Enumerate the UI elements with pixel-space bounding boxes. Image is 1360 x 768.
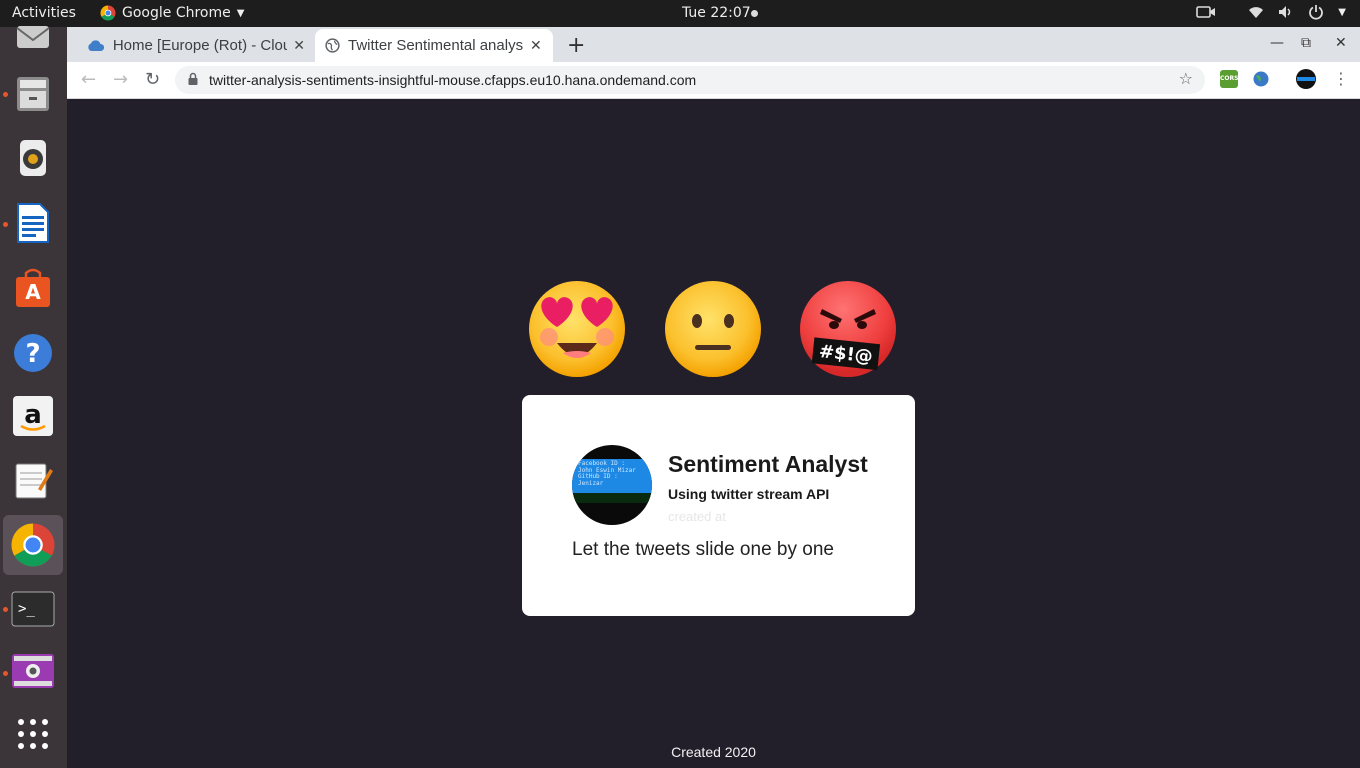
svg-text:A: A bbox=[25, 280, 41, 304]
cursing-face-emoji-icon: #$!@ bbox=[800, 281, 896, 377]
chrome-icon bbox=[100, 5, 116, 21]
profile-avatar-icon[interactable] bbox=[1295, 68, 1317, 90]
card-subtitle: Using twitter stream API bbox=[668, 486, 830, 502]
cors-extension-icon[interactable]: CORS bbox=[1220, 70, 1238, 88]
help-icon: ? bbox=[14, 334, 52, 372]
new-tab-icon[interactable]: + bbox=[567, 33, 585, 58]
globe-extension-icon[interactable] bbox=[1252, 70, 1270, 88]
app-name: Google Chrome bbox=[122, 5, 231, 21]
dock-item-writer[interactable] bbox=[10, 200, 56, 246]
close-icon[interactable]: ✕ bbox=[293, 37, 305, 54]
dock-item-terminal[interactable]: >_ bbox=[10, 586, 56, 632]
footer-text: Created 2020 bbox=[671, 744, 756, 760]
url-text: twitter-analysis-sentiments-insightful-m… bbox=[209, 72, 697, 88]
terminal-icon: >_ bbox=[11, 591, 55, 627]
svg-text:>_: >_ bbox=[18, 601, 35, 617]
amazon-icon: a bbox=[13, 396, 53, 436]
dock-item-chrome[interactable] bbox=[3, 515, 63, 575]
chrome-window: Home [Europe (Rot) - Cloud ✕ Twitter Sen… bbox=[67, 27, 1360, 768]
chevron-down-icon: ▼ bbox=[236, 7, 245, 19]
lock-icon[interactable] bbox=[187, 72, 199, 86]
notification-dot-icon bbox=[751, 10, 758, 17]
page-content: #$!@ Facebook ID : John Eswin Mizar GitH… bbox=[67, 99, 1360, 768]
kebab-menu-icon[interactable]: ⋮ bbox=[1333, 69, 1349, 88]
mail-icon bbox=[16, 26, 50, 48]
tab-twitter-sentiment[interactable]: Twitter Sentimental analysis ✕ bbox=[315, 29, 553, 62]
chrome-icon bbox=[11, 523, 55, 567]
avatar-text: Facebook ID : John Eswin Mizar GitHub ID… bbox=[578, 460, 636, 487]
forward-arrow-icon[interactable]: → bbox=[113, 69, 128, 90]
file-cabinet-icon bbox=[17, 77, 49, 111]
power-icon bbox=[1309, 5, 1324, 20]
avatar: Facebook ID : John Eswin Mizar GitHub ID… bbox=[572, 445, 652, 525]
speaker-icon bbox=[20, 140, 46, 176]
tab-home[interactable]: Home [Europe (Rot) - Cloud ✕ bbox=[77, 29, 315, 62]
svg-text:a: a bbox=[24, 400, 42, 430]
close-window-icon[interactable]: ✕ bbox=[1335, 35, 1347, 51]
film-camera-icon bbox=[12, 654, 54, 688]
bookmark-star-icon[interactable]: ☆ bbox=[1179, 69, 1193, 88]
globe-icon bbox=[325, 38, 340, 53]
close-icon[interactable]: ✕ bbox=[530, 37, 542, 54]
address-bar[interactable]: twitter-analysis-sentiments-insightful-m… bbox=[175, 66, 1205, 94]
created-at-label: created at bbox=[668, 509, 726, 524]
dock: A ? a >_ bbox=[0, 26, 67, 768]
card-title: Sentiment Analyst bbox=[668, 451, 868, 477]
chevron-down-icon: ▼ bbox=[1338, 6, 1346, 18]
dock-item-text-editor[interactable] bbox=[10, 457, 56, 503]
cloud-icon bbox=[88, 39, 105, 51]
dock-item-help[interactable]: ? bbox=[10, 330, 56, 376]
tweet-text: Let the tweets slide one by one bbox=[572, 539, 834, 560]
dock-item-amazon[interactable]: a bbox=[10, 393, 56, 439]
tab-title: Home [Europe (Rot) - Cloud bbox=[112, 37, 288, 54]
tab-title: Twitter Sentimental analysis bbox=[348, 37, 524, 54]
restore-icon[interactable]: ⧉ bbox=[1301, 35, 1311, 51]
tweet-card: Facebook ID : John Eswin Mizar GitHub ID… bbox=[522, 395, 915, 616]
minimize-icon[interactable]: — bbox=[1270, 35, 1284, 51]
running-indicator bbox=[3, 222, 8, 227]
camera-icon bbox=[1196, 6, 1216, 18]
dock-item-screen-recorder[interactable] bbox=[10, 648, 56, 694]
clock[interactable]: Tue 22:07 bbox=[682, 5, 751, 21]
dock-item-files[interactable] bbox=[10, 71, 56, 117]
back-arrow-icon[interactable]: ← bbox=[81, 69, 96, 90]
heart-eyes-emoji-icon bbox=[529, 281, 625, 377]
shopping-bag-icon: A bbox=[16, 268, 50, 307]
system-top-bar: Activities Google Chrome ▼ Tue 22:07 ▼ bbox=[0, 0, 1360, 27]
dock-item-rhythmbox[interactable] bbox=[10, 135, 56, 181]
notepad-icon bbox=[15, 463, 53, 499]
running-indicator bbox=[3, 607, 8, 612]
wifi-icon bbox=[1249, 7, 1264, 18]
running-indicator bbox=[3, 671, 8, 676]
browser-toolbar: ← → ↻ twitter-analysis-sentiments-insigh… bbox=[67, 62, 1360, 99]
cors-label: CORS bbox=[1220, 75, 1239, 82]
dock-item-mail[interactable] bbox=[10, 13, 56, 59]
svg-text:?: ? bbox=[25, 339, 40, 369]
running-indicator bbox=[3, 92, 8, 97]
reload-icon[interactable]: ↻ bbox=[145, 69, 160, 90]
document-icon bbox=[17, 203, 49, 243]
dock-item-software[interactable]: A bbox=[10, 265, 56, 311]
system-tray[interactable]: ▼ bbox=[1196, 4, 1346, 20]
app-grid-icon bbox=[18, 719, 48, 749]
avatar-line: Jenizar bbox=[578, 479, 604, 487]
volume-icon bbox=[1279, 6, 1291, 18]
neutral-face-emoji-icon bbox=[665, 281, 761, 377]
avatar-band bbox=[572, 493, 652, 503]
app-menu[interactable]: Google Chrome ▼ bbox=[100, 5, 244, 21]
tab-strip: Home [Europe (Rot) - Cloud ✕ Twitter Sen… bbox=[67, 27, 1360, 62]
dock-item-app-grid[interactable] bbox=[10, 711, 56, 757]
